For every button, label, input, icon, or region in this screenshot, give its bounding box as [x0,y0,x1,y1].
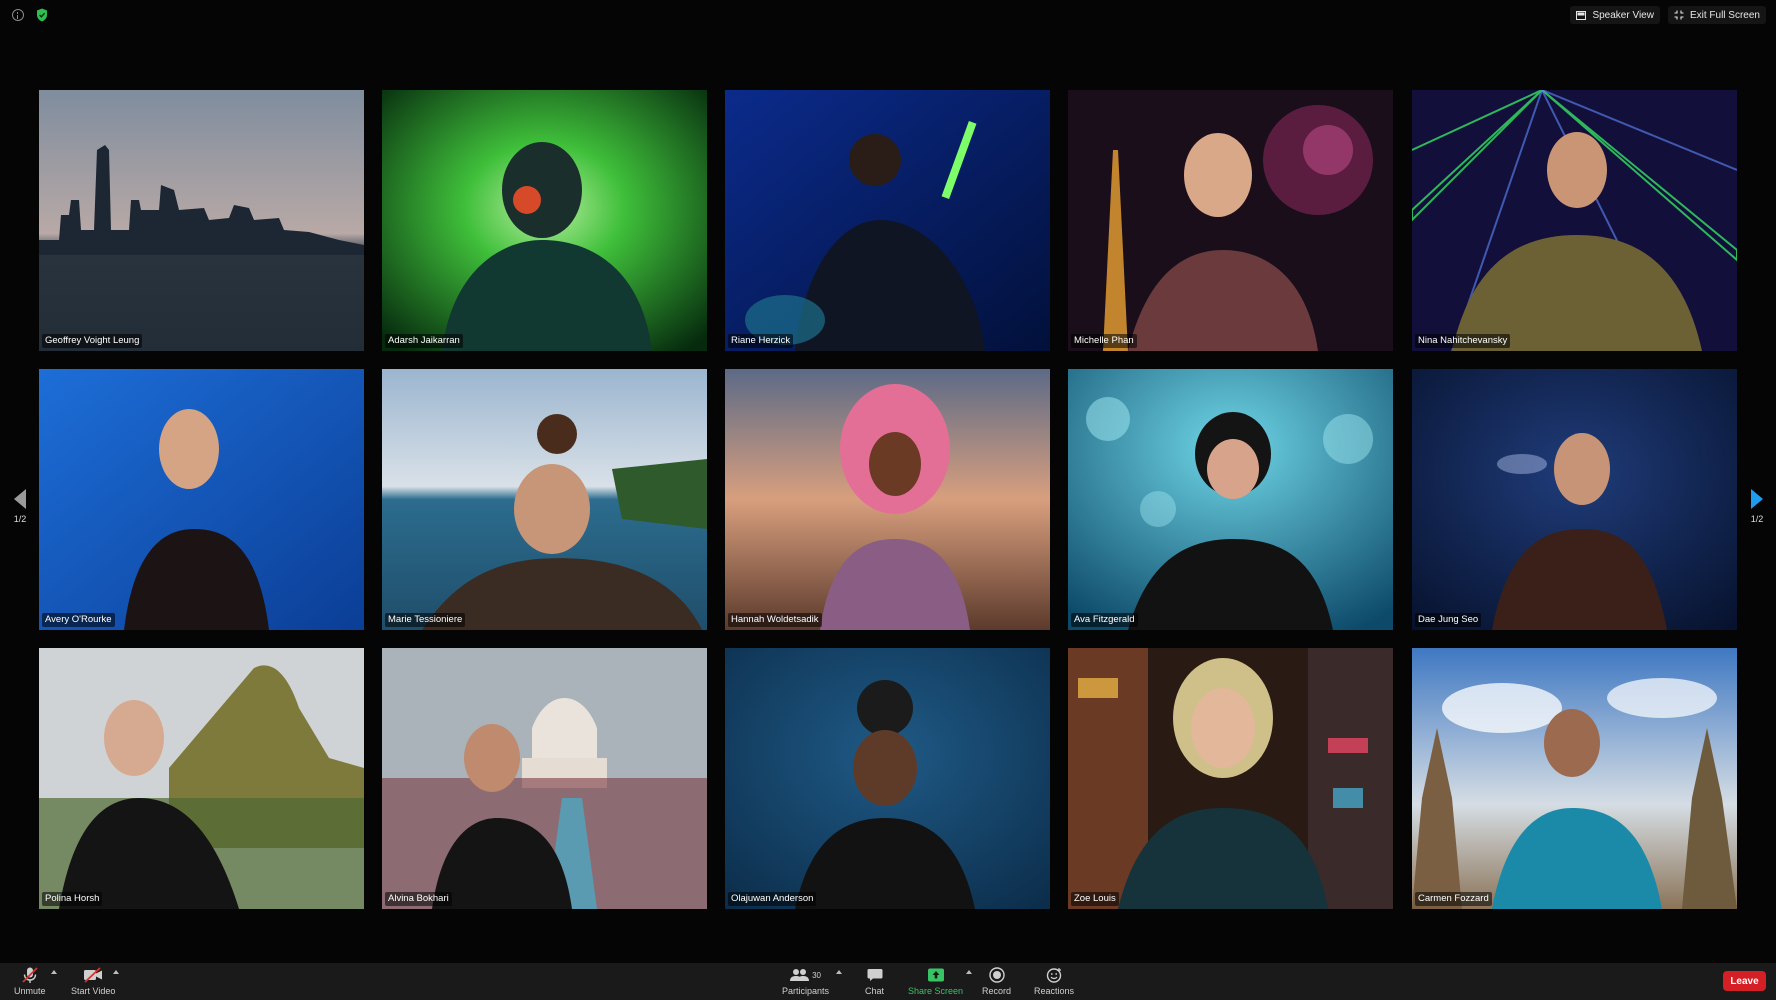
participants-label: Participants [782,986,830,996]
page-indicator: 1/2 [1750,514,1764,524]
chat-button[interactable]: Chat [865,966,884,997]
unmute-label: Unmute [14,986,46,996]
video-tile[interactable]: Adarsh Jaikarran [382,90,707,351]
smiley-icon [1046,968,1061,983]
record-button[interactable]: Record [982,966,1011,997]
video-tile[interactable]: Hannah Woldetsadik [725,369,1050,630]
unmute-button[interactable]: Unmute [14,966,46,997]
microphone-muted-icon [22,967,38,983]
participant-name: Geoffrey Voight Leung [42,334,143,348]
chat-bubble-icon [867,969,882,981]
speaker-view-button[interactable]: Speaker View [1570,6,1660,24]
participant-name: Olajuwan Anderson [728,892,817,906]
participant-name: Avery O'Rourke [42,613,115,627]
video-feed [1068,648,1393,909]
participants-icon [790,969,810,981]
next-page-button[interactable]: 1/2 [1746,489,1768,524]
reactions-label: Reactions [1034,986,1075,996]
video-feed [1412,648,1737,909]
meeting-window: Speaker View Exit Full Screen Geoffrey V… [0,0,1776,1000]
exit-full-screen-icon [1674,10,1684,20]
video-tile[interactable]: Geoffrey Voight Leung [39,90,364,351]
video-tile[interactable]: Zoe Louis [1068,648,1393,909]
info-icon[interactable] [12,9,24,21]
arrow-left-icon [14,489,26,509]
arrow-right-icon [1751,489,1763,509]
participant-name: Carmen Fozzard [1415,892,1492,906]
video-tile[interactable]: Avery O'Rourke [39,369,364,630]
video-feed [39,90,364,351]
video-feed [382,369,707,630]
video-tile[interactable]: Carmen Fozzard [1412,648,1737,909]
gallery-grid: Geoffrey Voight Leung Adarsh Jaikarran R… [39,90,1738,909]
grid-icon [1576,10,1587,20]
video-tile[interactable]: Ava Fitzgerald [1068,369,1393,630]
participant-name: Adarsh Jaikarran [385,334,463,348]
participant-name: Hannah Woldetsadik [728,613,822,627]
video-feed [1412,369,1737,630]
participant-name: Alvina Bokhari [385,892,452,906]
participant-name: Marie Tessioniere [385,613,466,627]
video-tile[interactable]: Nina Nahitchevansky [1412,90,1737,351]
reactions-button[interactable]: Reactions [1034,966,1074,997]
encryption-shield-icon[interactable] [36,8,48,22]
participant-name: Riane Herzick [728,334,794,348]
start-video-label: Start Video [71,986,116,996]
share-screen-icon [927,968,944,982]
share-options-caret[interactable] [966,970,972,974]
video-options-caret[interactable] [113,970,119,974]
share-screen-label: Share Screen [908,986,964,996]
speaker-view-label: Speaker View [1592,9,1654,21]
video-tile[interactable]: Michelle Phan [1068,90,1393,351]
share-screen-button[interactable]: Share Screen [908,966,963,997]
audio-options-caret[interactable] [51,970,57,974]
video-tile[interactable]: Marie Tessioniere [382,369,707,630]
participant-name: Polina Horsh [42,892,103,906]
record-label: Record [982,986,1012,996]
participant-name: Michelle Phan [1071,334,1137,348]
start-video-button[interactable]: Start Video [71,966,115,997]
participant-name: Zoe Louis [1071,892,1119,906]
video-tile[interactable]: Olajuwan Anderson [725,648,1050,909]
record-icon [988,967,1005,983]
video-feed [382,90,707,351]
participant-name: Ava Fitzgerald [1071,613,1138,627]
previous-page-button[interactable]: 1/2 [9,489,31,524]
video-feed [725,90,1050,351]
participant-name: Nina Nahitchevansky [1415,334,1511,348]
participants-button[interactable]: 30 Participants [782,966,829,997]
video-tile[interactable]: Riane Herzick [725,90,1050,351]
video-feed [1068,90,1393,351]
participant-name: Dae Jung Seo [1415,613,1482,627]
top-bar: Speaker View Exit Full Screen [0,0,1776,30]
exit-full-screen-label: Exit Full Screen [1689,9,1760,21]
video-tile[interactable]: Dae Jung Seo [1412,369,1737,630]
meeting-controls-toolbar: Unmute Start Video 30 Participants Chat … [0,963,1776,1000]
video-camera-off-icon [84,967,103,983]
participants-count: 30 [812,970,821,980]
exit-full-screen-button[interactable]: Exit Full Screen [1667,6,1766,24]
leave-button[interactable]: Leave [1723,971,1766,991]
page-indicator: 1/2 [13,514,27,524]
video-feed [725,648,1050,909]
video-feed [1412,90,1737,351]
video-tile[interactable]: Alvina Bokhari [382,648,707,909]
chat-label: Chat [865,986,885,996]
video-tile[interactable]: Polina Horsh [39,648,364,909]
video-feed [1068,369,1393,630]
video-feed [39,369,364,630]
video-feed [725,369,1050,630]
video-feed [39,648,364,909]
participants-options-caret[interactable] [836,970,842,974]
video-feed [382,648,707,909]
